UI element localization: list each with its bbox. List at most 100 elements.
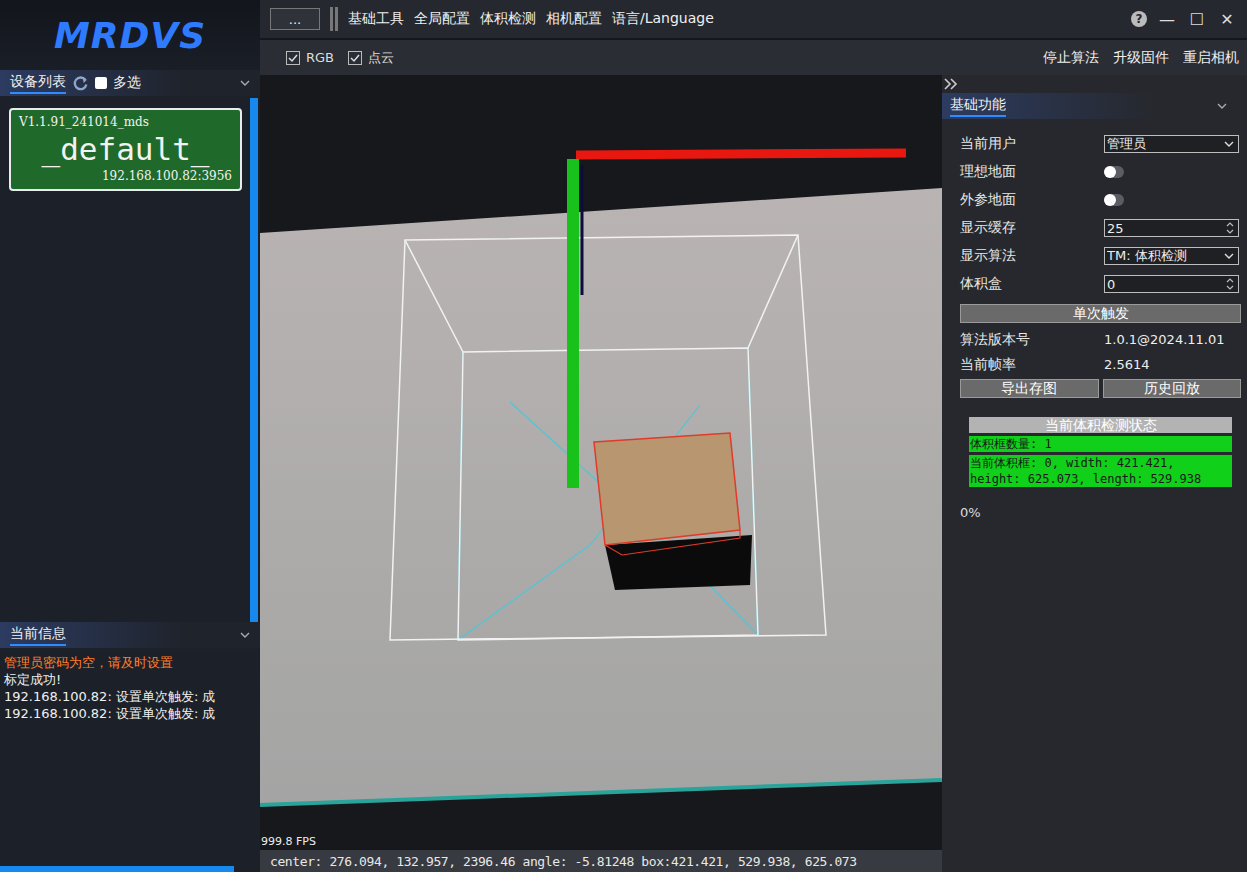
device-list-body: V1.1.91_241014_mds_default_192.168.100.8…: [0, 98, 260, 622]
refresh-icon[interactable]: [72, 75, 89, 92]
window-button[interactable]: ✕: [1217, 10, 1237, 29]
menu-item[interactable]: 语言/Language: [612, 10, 714, 28]
dropdown-arrow-icon: [1224, 141, 1234, 147]
toggle-knob: [1104, 194, 1116, 206]
right-panel: 基础功能当前用户管理员理想地面外参地面显示缓存25显示算法TM: 体积检测体积盒…: [942, 75, 1247, 872]
device-scrollbar[interactable]: [250, 98, 258, 622]
workspace: 999.8 FPS center: 276.094, 132.957, 2396.…: [260, 75, 1247, 872]
message: 标定成功!: [4, 671, 256, 688]
info-value: 1.0.1@2024.11.01: [1104, 332, 1225, 347]
panel-button[interactable]: 历史回放: [1103, 379, 1242, 398]
spin-field[interactable]: 0: [1104, 275, 1239, 293]
status-line: 当前体积框: 0, width: 421.421, height: 625.07…: [969, 455, 1232, 487]
info-row: 算法版本号1.0.1@2024.11.01: [942, 327, 1247, 352]
select-field[interactable]: 管理员: [1104, 135, 1239, 153]
status-title: 当前体积检测状态: [969, 417, 1232, 433]
field-label: 体积盒: [960, 275, 1104, 293]
message: 192.168.100.82: 设置单次触发: 成: [4, 688, 256, 705]
dropdown-arrow-icon: [1224, 253, 1234, 259]
grip-icon[interactable]: [330, 7, 338, 31]
field-row: 当前用户管理员: [942, 130, 1247, 158]
view-checkbox[interactable]: RGB: [286, 50, 334, 65]
view-column: 999.8 FPS center: 276.094, 132.957, 2396.…: [260, 75, 942, 872]
device-list-title: 设备列表: [10, 73, 66, 94]
menu-bar: ... 基础工具全局配置体积检测相机配置语言/Language? — ☐ ✕: [260, 0, 1247, 40]
device-name: _default_: [19, 129, 232, 169]
device-card[interactable]: V1.1.91_241014_mds_default_192.168.100.8…: [9, 108, 242, 191]
multi-select-checkbox[interactable]: [95, 77, 107, 89]
message: 管理员密码为空，请及时设置: [4, 654, 256, 671]
double-chevron-icon[interactable]: [944, 78, 958, 90]
info-value: 2.5614: [1104, 357, 1150, 372]
chevron-down-icon[interactable]: [1217, 103, 1227, 109]
panel-button[interactable]: 导出存图: [960, 379, 1099, 398]
toggle-switch[interactable]: [1104, 194, 1124, 206]
info-panel: 当前信息管理员密码为空，请及时设置标定成功!192.168.100.82: 设置…: [0, 622, 260, 872]
spin-arrows[interactable]: [1226, 278, 1234, 290]
scroll-thumb[interactable]: [0, 866, 234, 872]
menu-item[interactable]: 相机配置: [546, 10, 602, 28]
message-list: 管理员密码为空，请及时设置标定成功!192.168.100.82: 设置单次触发…: [0, 650, 260, 866]
field-row: 理想地面: [942, 158, 1247, 186]
field-label: 显示缓存: [960, 219, 1104, 237]
status-bar: center: 276.094, 132.957, 2396.46 angle:…: [260, 850, 942, 872]
arrow-down-icon[interactable]: [1226, 285, 1234, 290]
panel-toggle-row: [942, 75, 1247, 93]
arrow-up-icon[interactable]: [1226, 222, 1234, 227]
spin-value: 0: [1107, 277, 1226, 292]
toggle-switch[interactable]: [1104, 166, 1124, 178]
multi-select-label: 多选: [113, 74, 234, 92]
trigger-button[interactable]: 单次触发: [960, 304, 1241, 323]
menu-item[interactable]: 全局配置: [414, 10, 470, 28]
check-icon: [349, 52, 361, 64]
check-icon: [287, 52, 299, 64]
status-line: 体积框数量: 1: [969, 436, 1232, 452]
chevron-down-icon[interactable]: [240, 80, 250, 86]
scroll-thumb[interactable]: [250, 98, 258, 622]
action-button[interactable]: 重启相机: [1183, 49, 1239, 67]
arrow-up-icon[interactable]: [1226, 278, 1234, 283]
panel-header[interactable]: 基础功能: [942, 93, 1247, 119]
view-checkbox[interactable]: 点云: [348, 49, 394, 67]
checkbox-box[interactable]: [286, 51, 300, 65]
info-panel-header: 当前信息: [0, 622, 260, 650]
info-label: 当前帧率: [960, 356, 1104, 374]
field-row: 外参地面: [942, 186, 1247, 214]
menu-item[interactable]: 体积检测: [480, 10, 536, 28]
menu-item[interactable]: 基础工具: [348, 10, 404, 28]
spin-arrows[interactable]: [1226, 222, 1234, 234]
device-address: 192.168.100.82:3956: [19, 169, 232, 183]
window-button[interactable]: ?: [1131, 11, 1147, 27]
info-panel-title: 当前信息: [10, 625, 66, 646]
more-button[interactable]: ...: [270, 8, 320, 30]
sidebar: MRDVS设备列表多选V1.1.91_241014_mds_default_19…: [0, 0, 260, 872]
main-area: ... 基础工具全局配置体积检测相机配置语言/Language? — ☐ ✕ RGB 点云 停…: [260, 0, 1247, 872]
device-version: V1.1.91_241014_mds: [19, 115, 232, 129]
chevron-down-icon[interactable]: [240, 632, 250, 638]
field-label: 当前用户: [960, 135, 1104, 153]
select-value: 管理员: [1107, 135, 1224, 153]
detection-status: 当前体积检测状态体积框数量: 1 当前体积框: 0, width: 421.421…: [969, 417, 1232, 487]
checkbox-label: RGB: [306, 50, 334, 65]
field-row: 体积盒0: [942, 270, 1247, 298]
window-button[interactable]: —: [1157, 10, 1177, 29]
checkbox-box[interactable]: [348, 51, 362, 65]
spin-field[interactable]: 25: [1104, 219, 1239, 237]
point-cloud-view[interactable]: 999.8 FPS: [260, 75, 942, 850]
device-list-header: 设备列表 多选: [0, 70, 260, 98]
button-row: 导出存图历史回放: [942, 377, 1247, 398]
checkbox-label: 点云: [368, 49, 394, 67]
window-button[interactable]: ☐: [1187, 10, 1207, 29]
arrow-down-icon[interactable]: [1226, 229, 1234, 234]
action-button[interactable]: 停止算法: [1043, 49, 1099, 67]
device-list: 设备列表 多选 V1.1.91_241014_mds_default_192.168…: [0, 70, 260, 622]
select-field[interactable]: TM: 体积检测: [1104, 247, 1239, 265]
select-value: TM: 体积检测: [1107, 247, 1224, 265]
spin-value: 25: [1107, 221, 1226, 236]
info-label: 算法版本号: [960, 331, 1104, 349]
fps-label: 999.8 FPS: [261, 835, 316, 848]
logo: MRDVS: [0, 0, 260, 70]
action-button[interactable]: 升级固件: [1113, 49, 1169, 67]
info-scrollbar[interactable]: [0, 866, 260, 872]
device-cards: V1.1.91_241014_mds_default_192.168.100.8…: [0, 98, 250, 622]
